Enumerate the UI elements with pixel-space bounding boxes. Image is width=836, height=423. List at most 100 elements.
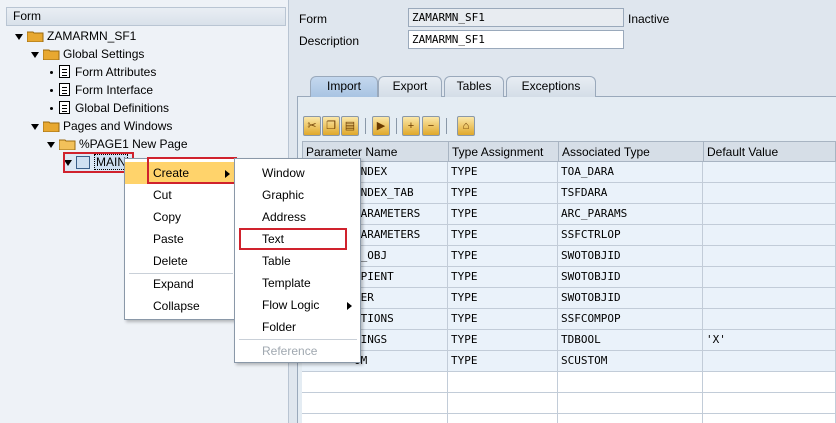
cell-associated-type[interactable]: SWOTOBJID bbox=[558, 288, 703, 309]
description-field[interactable]: ZAMARMN_SF1 bbox=[408, 30, 624, 49]
cell-associated-type[interactable]: SSFCTRLOP bbox=[558, 225, 703, 246]
tree-node-global-settings[interactable]: Global Settings bbox=[31, 45, 144, 63]
menu-item-paste[interactable]: Paste bbox=[125, 228, 236, 250]
cell-default-value[interactable] bbox=[703, 288, 836, 309]
column-header-type-assignment[interactable]: Type Assignment bbox=[449, 142, 559, 162]
menu-item-label: Window bbox=[262, 166, 305, 180]
table-row[interactable]: INDEX TYPE TOA_DARA bbox=[302, 162, 836, 183]
tab-exceptions[interactable]: Exceptions bbox=[506, 76, 596, 97]
cell-parameter-name[interactable] bbox=[302, 372, 448, 393]
cut-icon[interactable]: ✂ bbox=[303, 116, 321, 136]
cell-type-assignment[interactable]: TYPE bbox=[448, 246, 558, 267]
cell-type-assignment[interactable]: TYPE bbox=[448, 162, 558, 183]
cell-default-value[interactable] bbox=[703, 225, 836, 246]
toolbar-separator bbox=[365, 118, 366, 134]
menu-item-expand[interactable]: Expand bbox=[125, 273, 236, 295]
cell-associated-type[interactable]: TDBOOL bbox=[558, 330, 703, 351]
cell-default-value[interactable] bbox=[703, 162, 836, 183]
cell-default-value[interactable] bbox=[703, 246, 836, 267]
table-row[interactable]: DER TYPE SWOTOBJID bbox=[302, 288, 836, 309]
table-row[interactable]: PARAMETERS TYPE SSFCTRLOP bbox=[302, 225, 836, 246]
table-row[interactable]: TINGS TYPE TDBOOL 'X' bbox=[302, 330, 836, 351]
form-name-field[interactable]: ZAMARMN_SF1 bbox=[408, 8, 624, 27]
insert-row-icon[interactable]: ▶ bbox=[372, 116, 390, 136]
cell-type-assignment[interactable]: TYPE bbox=[448, 183, 558, 204]
cell-parameter-name[interactable] bbox=[302, 414, 448, 423]
cell-default-value[interactable] bbox=[703, 372, 836, 393]
cell-type-assignment[interactable]: TYPE bbox=[448, 288, 558, 309]
tab-import[interactable]: Import bbox=[310, 76, 378, 97]
copy-icon[interactable]: ❐ bbox=[322, 116, 340, 136]
tree-node-root[interactable]: ZAMARMN_SF1 bbox=[15, 27, 136, 45]
menu-item-delete[interactable]: Delete bbox=[125, 250, 236, 272]
cell-type-assignment[interactable]: TYPE bbox=[448, 225, 558, 246]
table-row[interactable]: PTIONS TYPE SSFCOMPOP bbox=[302, 309, 836, 330]
cell-default-value[interactable]: 'X' bbox=[703, 330, 836, 351]
cell-default-value[interactable] bbox=[703, 393, 836, 414]
collapse-icon[interactable] bbox=[47, 141, 55, 148]
tab-tables[interactable]: Tables bbox=[444, 76, 504, 97]
cell-associated-type[interactable] bbox=[558, 393, 703, 414]
menu-item-label: Collapse bbox=[153, 299, 200, 313]
cell-default-value[interactable] bbox=[703, 183, 836, 204]
menu-item-collapse[interactable]: Collapse bbox=[125, 295, 236, 317]
table-row[interactable] bbox=[302, 414, 836, 423]
menu-item-template[interactable]: Template bbox=[235, 272, 360, 294]
cell-associated-type[interactable]: SWOTOBJID bbox=[558, 246, 703, 267]
cell-associated-type[interactable]: SSFCOMPOP bbox=[558, 309, 703, 330]
menu-item-cut[interactable]: Cut bbox=[125, 184, 236, 206]
table-row[interactable]: INDEX_TAB TYPE TSFDARA bbox=[302, 183, 836, 204]
delete-row-icon[interactable]: − bbox=[422, 116, 440, 136]
table-row[interactable] bbox=[302, 372, 836, 393]
cell-type-assignment[interactable] bbox=[448, 414, 558, 423]
cell-associated-type[interactable]: TSFDARA bbox=[558, 183, 703, 204]
cell-associated-type[interactable]: SCUSTOM bbox=[558, 351, 703, 372]
tree-node-pages-and-windows[interactable]: Pages and Windows bbox=[31, 117, 172, 135]
collapse-icon[interactable] bbox=[15, 33, 23, 40]
tree-node-form-interface[interactable]: Form Interface bbox=[50, 81, 153, 99]
table-row[interactable]: IPIENT TYPE SWOTOBJID bbox=[302, 267, 836, 288]
cell-default-value[interactable] bbox=[703, 309, 836, 330]
append-row-icon[interactable]: + bbox=[402, 116, 420, 136]
cell-default-value[interactable] bbox=[703, 414, 836, 423]
menu-item-graphic[interactable]: Graphic bbox=[235, 184, 360, 206]
folder-icon bbox=[43, 121, 60, 132]
cell-default-value[interactable] bbox=[703, 204, 836, 225]
paste-icon[interactable]: ▤ bbox=[341, 116, 359, 136]
cell-type-assignment[interactable]: TYPE bbox=[448, 267, 558, 288]
tree-node-page1[interactable]: %PAGE1 New Page bbox=[47, 135, 188, 153]
cell-default-value[interactable] bbox=[703, 267, 836, 288]
table-row[interactable]: PARAMETERS TYPE ARC_PARAMS bbox=[302, 204, 836, 225]
tree-node-global-definitions[interactable]: Global Definitions bbox=[50, 99, 169, 117]
menu-item-folder[interactable]: Folder bbox=[235, 316, 360, 338]
cell-associated-type[interactable] bbox=[558, 414, 703, 423]
cell-associated-type[interactable] bbox=[558, 372, 703, 393]
cell-default-value[interactable] bbox=[703, 351, 836, 372]
menu-item-copy[interactable]: Copy bbox=[125, 206, 236, 228]
column-header-default-value[interactable]: Default Value bbox=[704, 142, 836, 162]
cell-type-assignment[interactable] bbox=[448, 372, 558, 393]
tree-node-label: Form Attributes bbox=[75, 65, 157, 79]
collapse-icon[interactable] bbox=[31, 123, 39, 130]
menu-item-window[interactable]: Window bbox=[235, 162, 360, 184]
cell-associated-type[interactable]: ARC_PARAMS bbox=[558, 204, 703, 225]
cell-type-assignment[interactable]: TYPE bbox=[448, 330, 558, 351]
column-header-associated-type[interactable]: Associated Type bbox=[559, 142, 704, 162]
cell-parameter-name[interactable] bbox=[302, 393, 448, 414]
table-row[interactable] bbox=[302, 393, 836, 414]
collapse-icon[interactable] bbox=[31, 51, 39, 58]
cell-type-assignment[interactable] bbox=[448, 393, 558, 414]
menu-item-address[interactable]: Address bbox=[235, 206, 360, 228]
tree-node-form-attributes[interactable]: Form Attributes bbox=[50, 63, 156, 81]
cell-associated-type[interactable]: TOA_DARA bbox=[558, 162, 703, 183]
cell-type-assignment[interactable]: TYPE bbox=[448, 204, 558, 225]
cell-associated-type[interactable]: SWOTOBJID bbox=[558, 267, 703, 288]
cell-type-assignment[interactable]: TYPE bbox=[448, 351, 558, 372]
cell-type-assignment[interactable]: TYPE bbox=[448, 309, 558, 330]
menu-item-flow-logic[interactable]: Flow Logic bbox=[235, 294, 360, 316]
menu-item-table[interactable]: Table bbox=[235, 250, 360, 272]
table-row[interactable]: L_OBJ TYPE SWOTOBJID bbox=[302, 246, 836, 267]
table-row[interactable]: OMTYPESCUSTOM bbox=[302, 351, 836, 372]
details-icon[interactable]: ⌂ bbox=[457, 116, 475, 136]
tab-export[interactable]: Export bbox=[378, 76, 442, 97]
